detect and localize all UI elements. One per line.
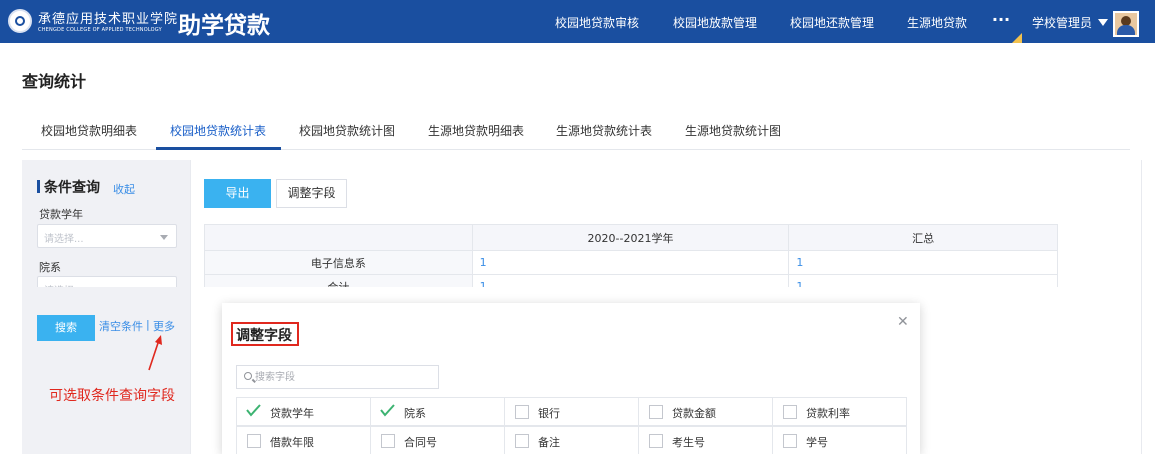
active-tab-indicator xyxy=(156,147,281,150)
loan-year-label: 贷款学年 xyxy=(39,208,83,221)
loan-year-select[interactable]: 请选择... xyxy=(37,224,177,248)
checkbox[interactable] xyxy=(247,434,261,448)
field-option[interactable]: 贷款利率 xyxy=(772,397,907,426)
field-option[interactable]: 学号 xyxy=(772,426,907,454)
field-option-label: 贷款学年 xyxy=(270,407,314,420)
checkbox[interactable] xyxy=(783,405,797,419)
field-option[interactable]: 银行 xyxy=(504,397,639,426)
nav-origin-loan[interactable]: 生源地贷款 xyxy=(907,0,967,43)
field-option-label: 银行 xyxy=(538,407,560,420)
table-header-cell: 汇总 xyxy=(788,224,1058,251)
annotation-arrow-icon xyxy=(148,335,162,371)
school-logo-icon xyxy=(8,9,32,33)
table-row: 电子信息系 1 1 xyxy=(204,250,1058,275)
checkbox[interactable] xyxy=(649,405,663,419)
table-row-label: 电子信息系 xyxy=(204,250,473,275)
chevron-down-icon xyxy=(160,235,168,240)
table-header-cell xyxy=(204,224,473,251)
field-option[interactable]: 合同号 xyxy=(370,426,505,454)
field-option-label: 借款年限 xyxy=(270,436,314,449)
field-option-label: 贷款利率 xyxy=(806,407,850,420)
table-header-row: 2020--2021学年 汇总 xyxy=(204,224,1058,251)
modal-title: 调整字段 xyxy=(236,328,292,344)
field-option[interactable]: 贷款学年 xyxy=(236,397,371,426)
tab-campus-stats-chart[interactable]: 校园地贷款统计图 xyxy=(299,122,395,139)
filter-title: 条件查询 xyxy=(44,180,100,196)
corner-marker-icon xyxy=(1012,33,1022,43)
field-search-input[interactable] xyxy=(255,368,435,386)
checkbox[interactable] xyxy=(783,434,797,448)
filter-title-marker xyxy=(37,180,40,193)
page-title: 查询统计 xyxy=(22,72,87,91)
checkbox[interactable] xyxy=(381,434,395,448)
field-search-box[interactable] xyxy=(236,365,439,389)
department-label: 院系 xyxy=(39,261,61,274)
field-option-label: 考生号 xyxy=(672,436,705,449)
search-icon xyxy=(244,372,252,380)
nav-campus-repayment[interactable]: 校园地还款管理 xyxy=(790,0,874,43)
table-cell-link[interactable]: 1 xyxy=(788,250,1058,275)
loan-year-placeholder: 请选择... xyxy=(44,234,84,245)
adjust-fields-button[interactable]: 调整字段 xyxy=(276,179,347,208)
export-button[interactable]: 导出 xyxy=(204,179,271,208)
tab-campus-stats-table[interactable]: 校园地贷款统计表 xyxy=(170,122,266,139)
tab-origin-detail[interactable]: 生源地贷款明细表 xyxy=(428,122,524,139)
field-option-label: 学号 xyxy=(806,436,828,449)
app-title: 助学贷款 xyxy=(178,13,270,39)
checkbox[interactable] xyxy=(649,434,663,448)
tab-campus-detail[interactable]: 校园地贷款明细表 xyxy=(41,122,137,139)
tab-origin-stats-chart[interactable]: 生源地贷款统计图 xyxy=(685,122,781,139)
checkbox[interactable] xyxy=(515,405,529,419)
field-option[interactable]: 院系 xyxy=(370,397,505,426)
checkmark-icon[interactable] xyxy=(379,402,395,418)
top-navbar: 承德应用技术职业学院 CHENGDE COLLEGE OF APPLIED TE… xyxy=(0,0,1155,43)
nav-campus-disbursement[interactable]: 校园地放款管理 xyxy=(673,0,757,43)
tab-origin-stats-table[interactable]: 生源地贷款统计表 xyxy=(556,122,652,139)
collapse-link[interactable]: 收起 xyxy=(113,181,135,197)
field-option[interactable]: 考生号 xyxy=(638,426,773,454)
user-menu-caret-icon[interactable] xyxy=(1098,19,1108,26)
school-name: 承德应用技术职业学院 xyxy=(38,12,179,27)
avatar[interactable] xyxy=(1113,11,1139,37)
close-icon[interactable]: ✕ xyxy=(897,314,909,330)
school-name-en: CHENGDE COLLEGE OF APPLIED TECHNOLOGY xyxy=(38,27,162,33)
table-header-cell: 2020--2021学年 xyxy=(471,224,790,251)
table-cell-link[interactable]: 1 xyxy=(471,250,790,275)
nav-campus-loan-review[interactable]: 校园地贷款审核 xyxy=(555,0,639,43)
field-option-label: 合同号 xyxy=(404,436,437,449)
field-option[interactable]: 借款年限 xyxy=(236,426,371,454)
nav-more-button[interactable]: ··· xyxy=(990,0,1012,43)
field-option[interactable]: 备注 xyxy=(504,426,639,454)
more-conditions-link[interactable]: 更多 xyxy=(153,318,175,334)
user-menu[interactable]: 学校管理员 xyxy=(1032,0,1092,43)
annotation-text: 可选取条件查询字段 xyxy=(49,388,175,404)
clear-conditions-link[interactable]: 清空条件 xyxy=(99,318,143,334)
checkmark-icon[interactable] xyxy=(245,402,261,418)
field-option-label: 备注 xyxy=(538,436,560,449)
link-separator: | xyxy=(146,318,150,331)
search-button[interactable]: 搜索 xyxy=(37,315,95,341)
field-option[interactable]: 贷款金额 xyxy=(638,397,773,426)
field-option-label: 贷款金额 xyxy=(672,407,716,420)
checkbox[interactable] xyxy=(515,434,529,448)
field-option-label: 院系 xyxy=(404,407,426,420)
